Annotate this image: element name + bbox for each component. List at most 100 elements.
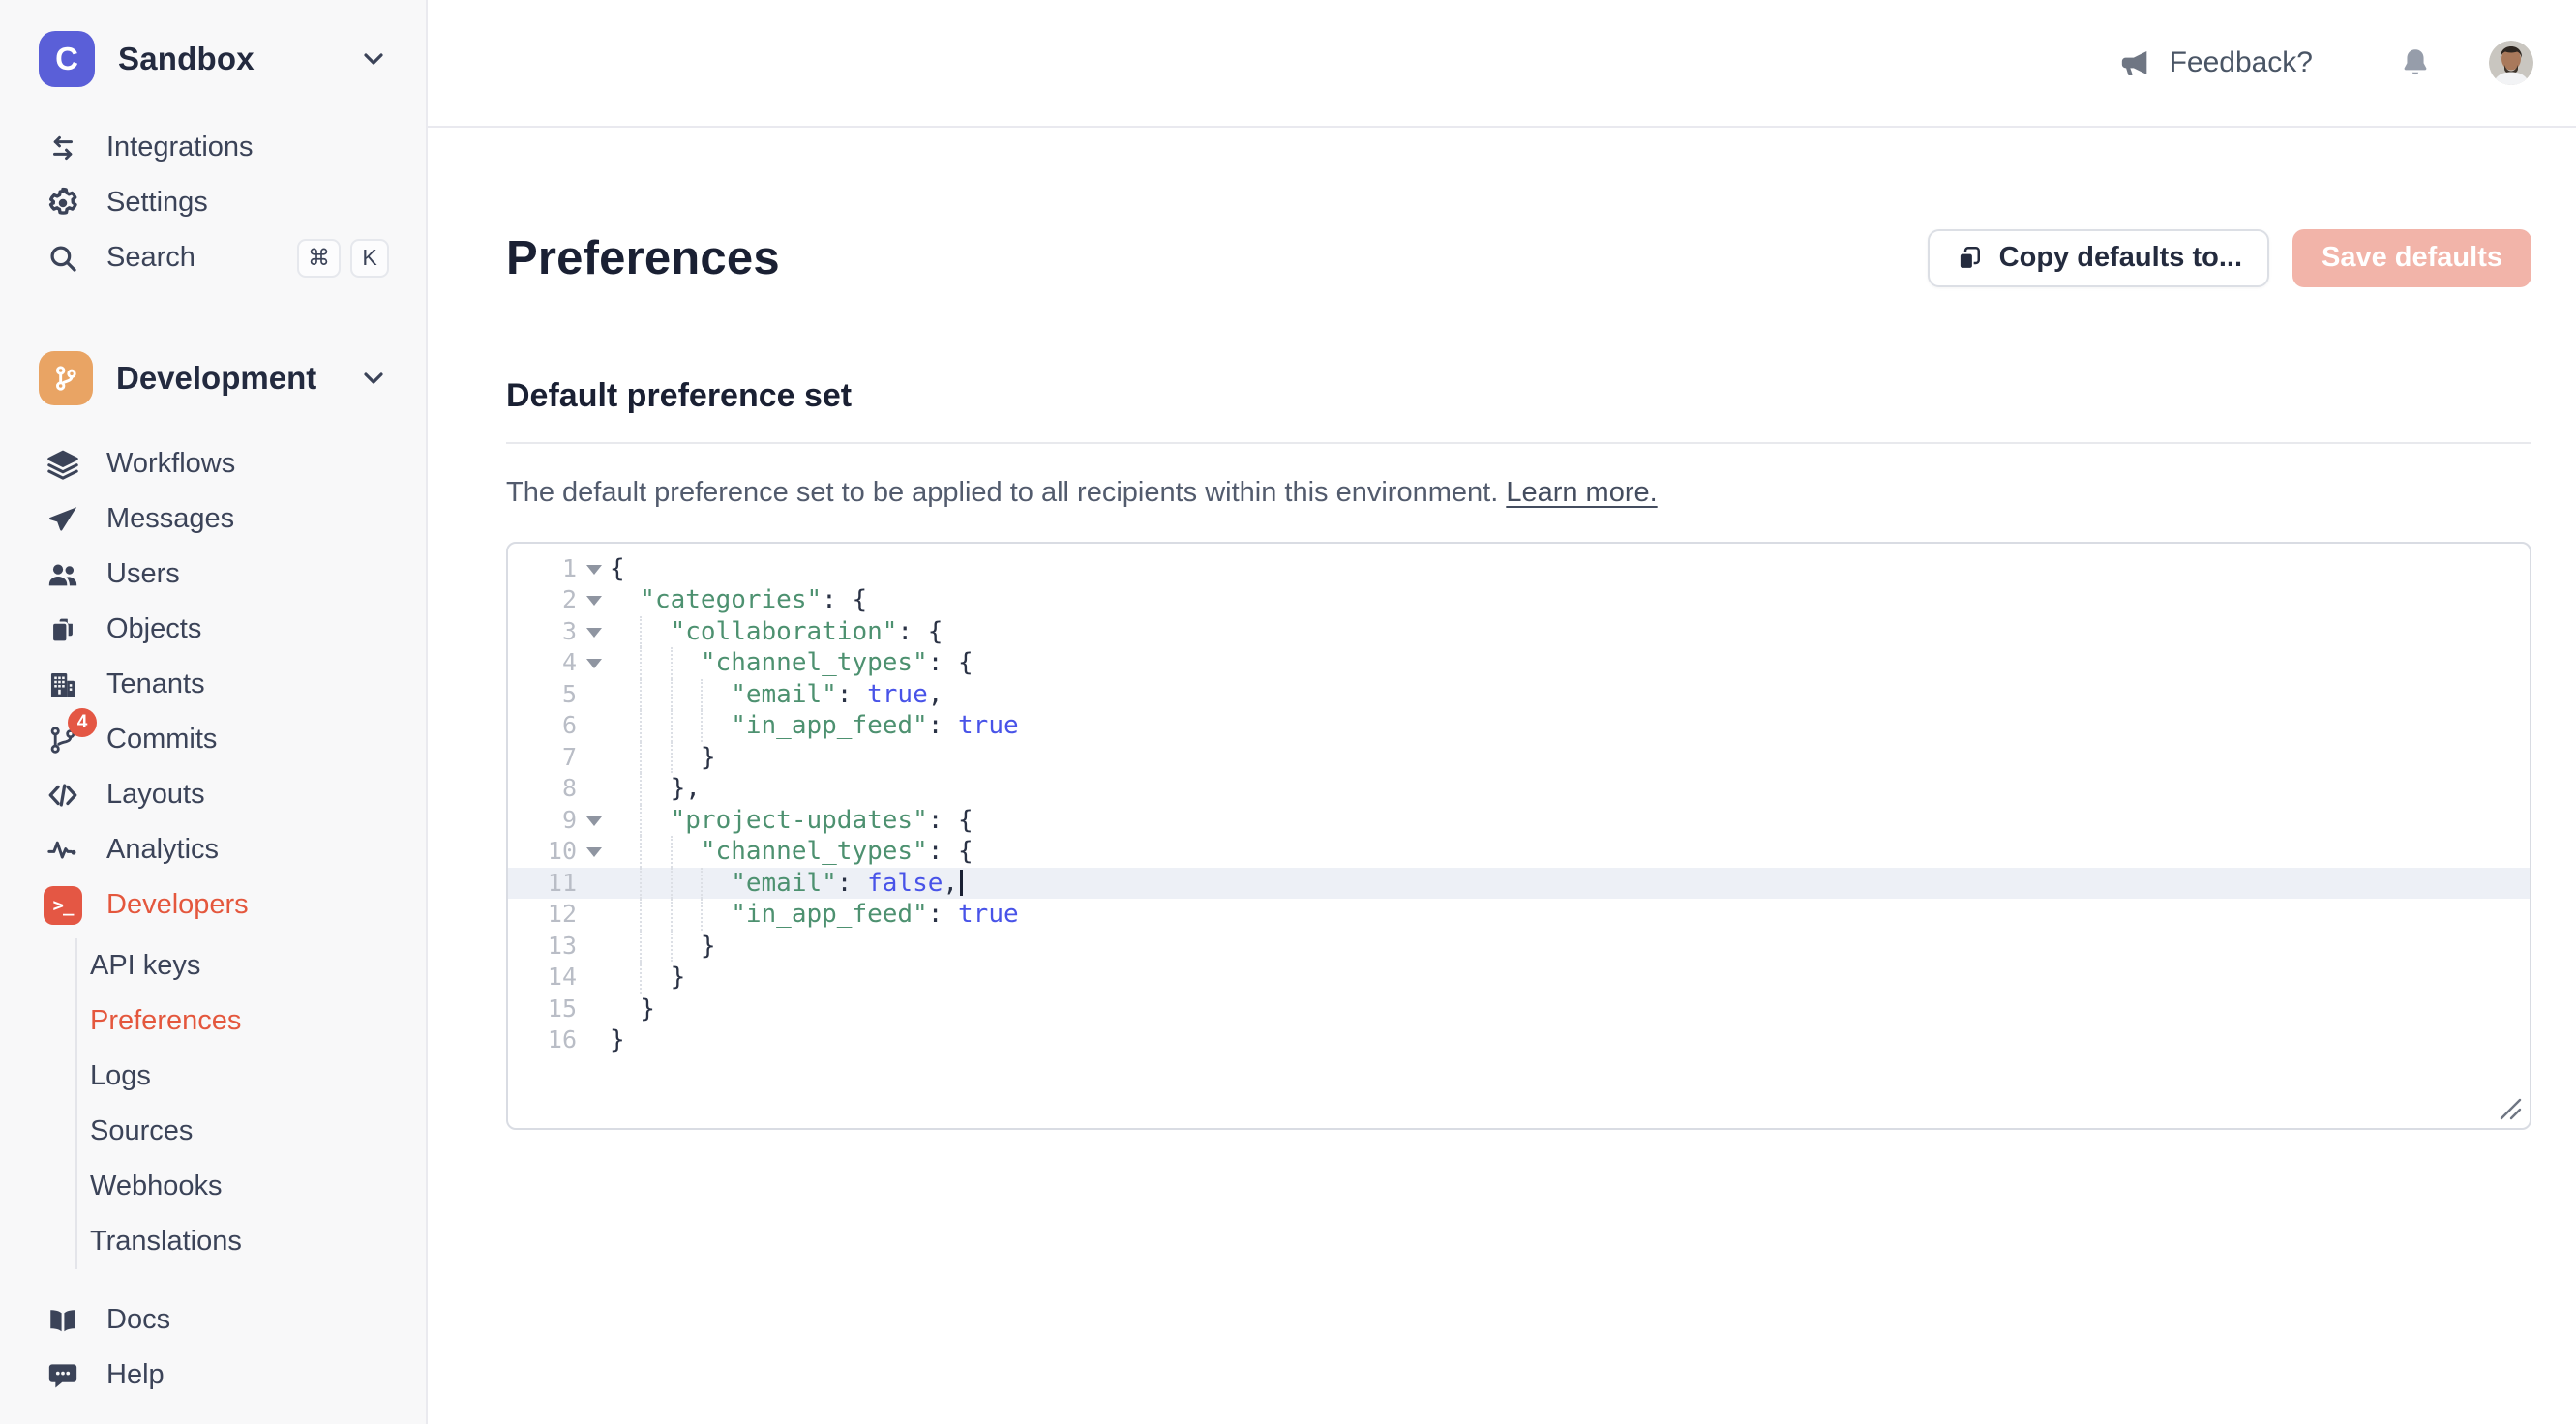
editor-line-7[interactable]: 7} [508,742,2530,774]
editor-line-15[interactable]: 15} [508,994,2530,1025]
save-defaults-button[interactable]: Save defaults [2292,229,2531,287]
indent-guide [701,710,703,742]
sidebar-item-objects[interactable]: Objects [0,602,426,657]
sidebar-item-settings[interactable]: Settings [0,175,426,230]
subnav-item-webhooks[interactable]: Webhooks [87,1159,426,1214]
sidebar-item-label: Docs [106,1304,170,1336]
copy-defaults-button[interactable]: Copy defaults to... [1928,229,2269,287]
environment-switcher[interactable]: Development [0,343,426,413]
editor-line-5[interactable]: 5"email": true, [508,679,2530,711]
sidebar-item-workflows[interactable]: Workflows [0,436,426,491]
editor-line-12[interactable]: 12"in_app_feed": true [508,899,2530,931]
sidebar-item-help[interactable]: Help [0,1348,426,1403]
fold-arrow-icon[interactable] [586,847,602,857]
sidebar-bottom-nav: Docs Help [0,1292,426,1403]
subnav-item-sources[interactable]: Sources [87,1104,426,1159]
resize-handle-icon[interactable] [2497,1095,2524,1122]
subnav-item-preferences[interactable]: Preferences [87,994,426,1049]
building-icon [43,665,83,705]
editor-line-9[interactable]: 9 "project-updates": { [508,805,2530,837]
indent-guide [671,931,673,963]
fold-arrow-icon[interactable] [586,596,602,606]
app-root: C Sandbox IntegrationsSettingsSearch⌘K D… [0,0,2576,1424]
sidebar-item-analytics[interactable]: Analytics [0,822,426,877]
sidebar-item-messages[interactable]: Messages [0,491,426,547]
editor-line-8[interactable]: 8}, [508,773,2530,805]
subnav-item-translations[interactable]: Translations [87,1214,426,1269]
editor-line-16[interactable]: 16} [508,1024,2530,1056]
line-number: 12 [548,899,577,931]
fold-arrow-icon[interactable] [586,816,602,826]
line-number: 3 [562,616,577,648]
sidebar-item-developers[interactable]: >_Developers [0,877,426,933]
editor-line-6[interactable]: 6"in_app_feed": true [508,710,2530,742]
indent-guide [640,805,642,837]
feedback-label: Feedback? [2170,46,2313,79]
code-text: "collaboration": { [610,616,943,648]
book-icon [43,1300,83,1341]
line-number: 15 [548,994,577,1025]
indent-guide [671,679,673,711]
code-text: "in_app_feed": true [610,710,1019,742]
section-divider [506,442,2531,444]
fold-arrow-icon[interactable] [586,628,602,638]
gear-icon [43,183,83,223]
line-number: 16 [548,1024,577,1056]
editor-line-1[interactable]: 1{ [508,553,2530,585]
section-title: Default preference set [506,377,2531,415]
editor-line-14[interactable]: 14} [508,962,2530,994]
editor-gutter: 1 [508,553,610,585]
sidebar-item-integrations[interactable]: Integrations [0,120,426,175]
subnav-item-logs[interactable]: Logs [87,1049,426,1104]
editor-line-2[interactable]: 2"categories": { [508,584,2530,616]
indent-guide [671,836,673,868]
line-number: 10 [548,836,577,868]
learn-more-link[interactable]: Learn more. [1506,477,1657,508]
description-text: The default preference set to be applied… [506,477,1506,508]
save-defaults-label: Save defaults [2321,242,2502,274]
editor-line-13[interactable]: 13} [508,931,2530,963]
indent-guide [640,931,642,963]
users-icon [43,554,83,595]
editor-line-3[interactable]: 3 "collaboration": { [508,616,2530,648]
sidebar-item-commits[interactable]: 4Commits [0,712,426,767]
editor-gutter: 6 [508,710,610,742]
feedback-button[interactable]: Feedback? [2119,46,2313,79]
editor-gutter: 12 [508,899,610,931]
code-text: }, [610,773,701,805]
code-text: "email": true, [610,679,943,711]
sidebar-item-users[interactable]: Users [0,547,426,602]
workspace-switcher[interactable]: C Sandbox [0,29,426,89]
avatar[interactable] [2489,41,2533,85]
code-text: "project-updates": { [610,805,973,837]
editor-gutter: 9 [508,805,610,837]
indent-guide [640,616,642,648]
key-badge: K [350,239,389,278]
sidebar-item-search[interactable]: Search⌘K [0,230,426,285]
git-commit-icon: 4 [43,720,83,760]
indent-guide [640,647,642,679]
sidebar-item-label: Help [106,1359,165,1391]
topbar: Feedback? [428,0,2576,128]
sidebar-item-layouts[interactable]: Layouts [0,767,426,822]
line-number: 9 [562,805,577,837]
line-number: 4 [562,647,577,679]
subnav-item-api-keys[interactable]: API keys [87,938,426,994]
keyboard-shortcut: ⌘K [297,239,389,278]
sidebar-item-tenants[interactable]: Tenants [0,657,426,712]
fold-arrow-icon[interactable] [586,659,602,668]
sidebar-item-label: Objects [106,613,201,645]
git-branch-icon [39,351,93,405]
sidebar-item-docs[interactable]: Docs [0,1292,426,1348]
documents-icon [43,609,83,650]
json-code-editor[interactable]: 1{2"categories": {3 "collaboration": {4"c… [506,542,2531,1130]
developers-subnav: API keysPreferencesLogsSourcesWebhooksTr… [75,938,426,1269]
indent-guide [640,742,642,774]
editor-lines: 1{2"categories": {3 "collaboration": {4"c… [508,544,2530,1056]
fold-arrow-icon[interactable] [586,565,602,575]
editor-line-11[interactable]: 11"email": false, [508,868,2530,900]
editor-gutter: 3 [508,616,610,648]
editor-line-10[interactable]: 10"channel_types": { [508,836,2530,868]
bell-icon[interactable] [2398,45,2433,80]
editor-line-4[interactable]: 4"channel_types": { [508,647,2530,679]
